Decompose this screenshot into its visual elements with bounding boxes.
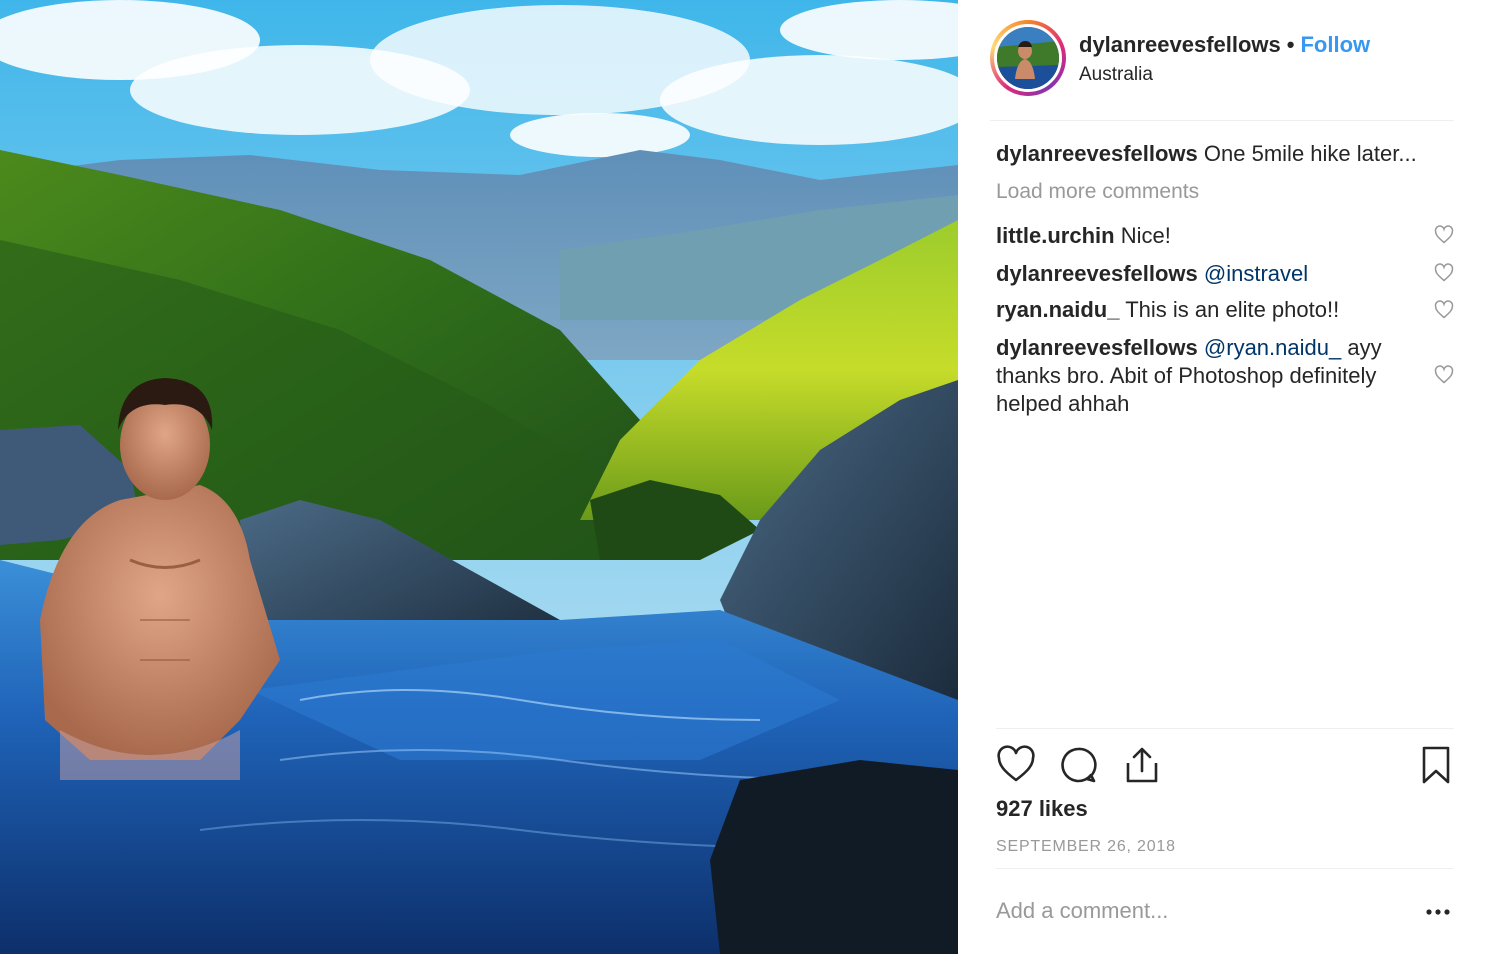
post-header: dylanreevesfellows • Follow Australia bbox=[990, 20, 1454, 121]
comment-text: Nice! bbox=[1120, 223, 1171, 248]
action-bar bbox=[996, 744, 1454, 788]
comment-username[interactable]: ryan.naidu_ bbox=[996, 297, 1119, 322]
load-more-comments-button[interactable]: Load more comments bbox=[996, 180, 1199, 204]
avatar-image bbox=[997, 27, 1059, 89]
divider bbox=[996, 868, 1454, 869]
caption-username[interactable]: dylanreevesfellows bbox=[996, 141, 1198, 166]
comment-like-heart-icon[interactable] bbox=[1434, 300, 1454, 320]
comment-item: dylanreevesfellows @instravel bbox=[996, 260, 1416, 288]
post-photo[interactable] bbox=[0, 0, 958, 954]
comment-username[interactable]: dylanreevesfellows bbox=[996, 261, 1198, 286]
add-comment-input[interactable] bbox=[996, 898, 1396, 924]
post-location[interactable]: Australia bbox=[1079, 64, 1153, 86]
comment-item: little.urchin Nice! bbox=[996, 222, 1416, 250]
comment-item: dylanreevesfellows @ryan.naidu_ ayy than… bbox=[996, 334, 1416, 418]
header-username-line: dylanreevesfellows • Follow bbox=[1079, 32, 1370, 58]
comment-like-heart-icon[interactable] bbox=[1434, 365, 1454, 385]
likes-count[interactable]: 927 likes bbox=[996, 796, 1088, 822]
avatar[interactable] bbox=[994, 24, 1062, 92]
comment-mention[interactable]: @ryan.naidu_ bbox=[1204, 335, 1341, 360]
comment-text: This is an elite photo!! bbox=[1125, 297, 1340, 322]
share-icon[interactable] bbox=[1122, 744, 1162, 786]
avatar-story-ring[interactable] bbox=[990, 20, 1066, 96]
comment-username[interactable]: little.urchin bbox=[996, 223, 1115, 248]
caption-text: One 5mile hike later... bbox=[1203, 141, 1417, 166]
follow-button[interactable]: Follow bbox=[1300, 32, 1370, 57]
comment-username[interactable]: dylanreevesfellows bbox=[996, 335, 1198, 360]
comment-like-heart-icon[interactable] bbox=[1434, 225, 1454, 245]
post-caption: dylanreevesfellows One 5mile hike later.… bbox=[996, 140, 1417, 168]
comment-item: ryan.naidu_ This is an elite photo!! bbox=[996, 296, 1416, 324]
comment-like-heart-icon[interactable] bbox=[1434, 263, 1454, 283]
comment-bubble-icon[interactable] bbox=[1058, 744, 1098, 786]
comment-mention[interactable]: @instravel bbox=[1204, 261, 1308, 286]
heart-icon[interactable] bbox=[996, 744, 1036, 786]
post-date[interactable]: SEPTEMBER 26, 2018 bbox=[996, 838, 1176, 856]
divider bbox=[996, 728, 1454, 729]
more-options-icon[interactable] bbox=[1424, 902, 1454, 922]
separator-dot: • bbox=[1286, 32, 1295, 57]
mountain-waterfall-photo bbox=[0, 0, 958, 954]
post-username[interactable]: dylanreevesfellows bbox=[1079, 32, 1281, 57]
post-details-panel: dylanreevesfellows • Follow Australia dyla… bbox=[958, 0, 1492, 954]
bookmark-icon[interactable] bbox=[1416, 744, 1456, 786]
